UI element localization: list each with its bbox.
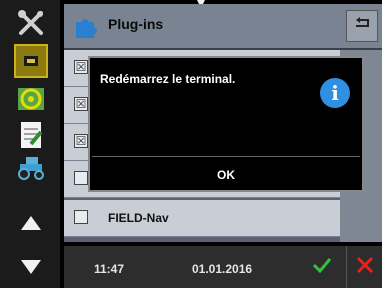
dialog-divider — [92, 156, 360, 157]
cancel-button[interactable] — [346, 246, 382, 288]
scroll-down-button[interactable] — [14, 250, 48, 284]
back-button[interactable] — [346, 10, 378, 42]
plugin-label: FIELD-Nav — [108, 211, 169, 225]
info-icon: i — [320, 78, 350, 108]
tractor-icon[interactable] — [14, 150, 48, 184]
checkmark-icon — [312, 257, 332, 278]
checkbox[interactable]: ☒ — [74, 97, 88, 111]
restart-dialog: Redémarrez le terminal. i OK — [88, 56, 364, 192]
checkbox[interactable] — [74, 171, 88, 185]
panel-header: Plug-ins — [64, 4, 382, 50]
steering-wheel-icon[interactable] — [14, 82, 48, 116]
confirm-button[interactable] — [304, 246, 340, 288]
wrench-tools-icon[interactable] — [14, 6, 48, 40]
scroll-up-button[interactable] — [14, 206, 48, 240]
checkbox[interactable] — [74, 210, 88, 224]
clock-time: 11:47 — [94, 262, 125, 276]
checkbox[interactable]: ☒ — [74, 134, 88, 148]
dialog-message: Redémarrez le terminal. — [100, 72, 236, 86]
sidebar — [0, 0, 60, 288]
dialog-ok-button[interactable]: OK — [90, 158, 362, 192]
page-title: Plug-ins — [108, 16, 164, 32]
list-item[interactable]: FIELD-Nav — [64, 200, 340, 237]
terminal-settings-icon[interactable] — [14, 44, 48, 78]
clock-date: 01.01.2016 — [192, 262, 253, 276]
notepad-icon[interactable] — [14, 118, 48, 152]
checkbox[interactable]: ☒ — [74, 60, 88, 74]
return-arrow-icon — [352, 16, 372, 37]
status-bar: 11:47 01.01.2016 — [64, 246, 382, 288]
puzzle-piece-icon — [72, 12, 100, 45]
close-icon — [356, 256, 374, 279]
